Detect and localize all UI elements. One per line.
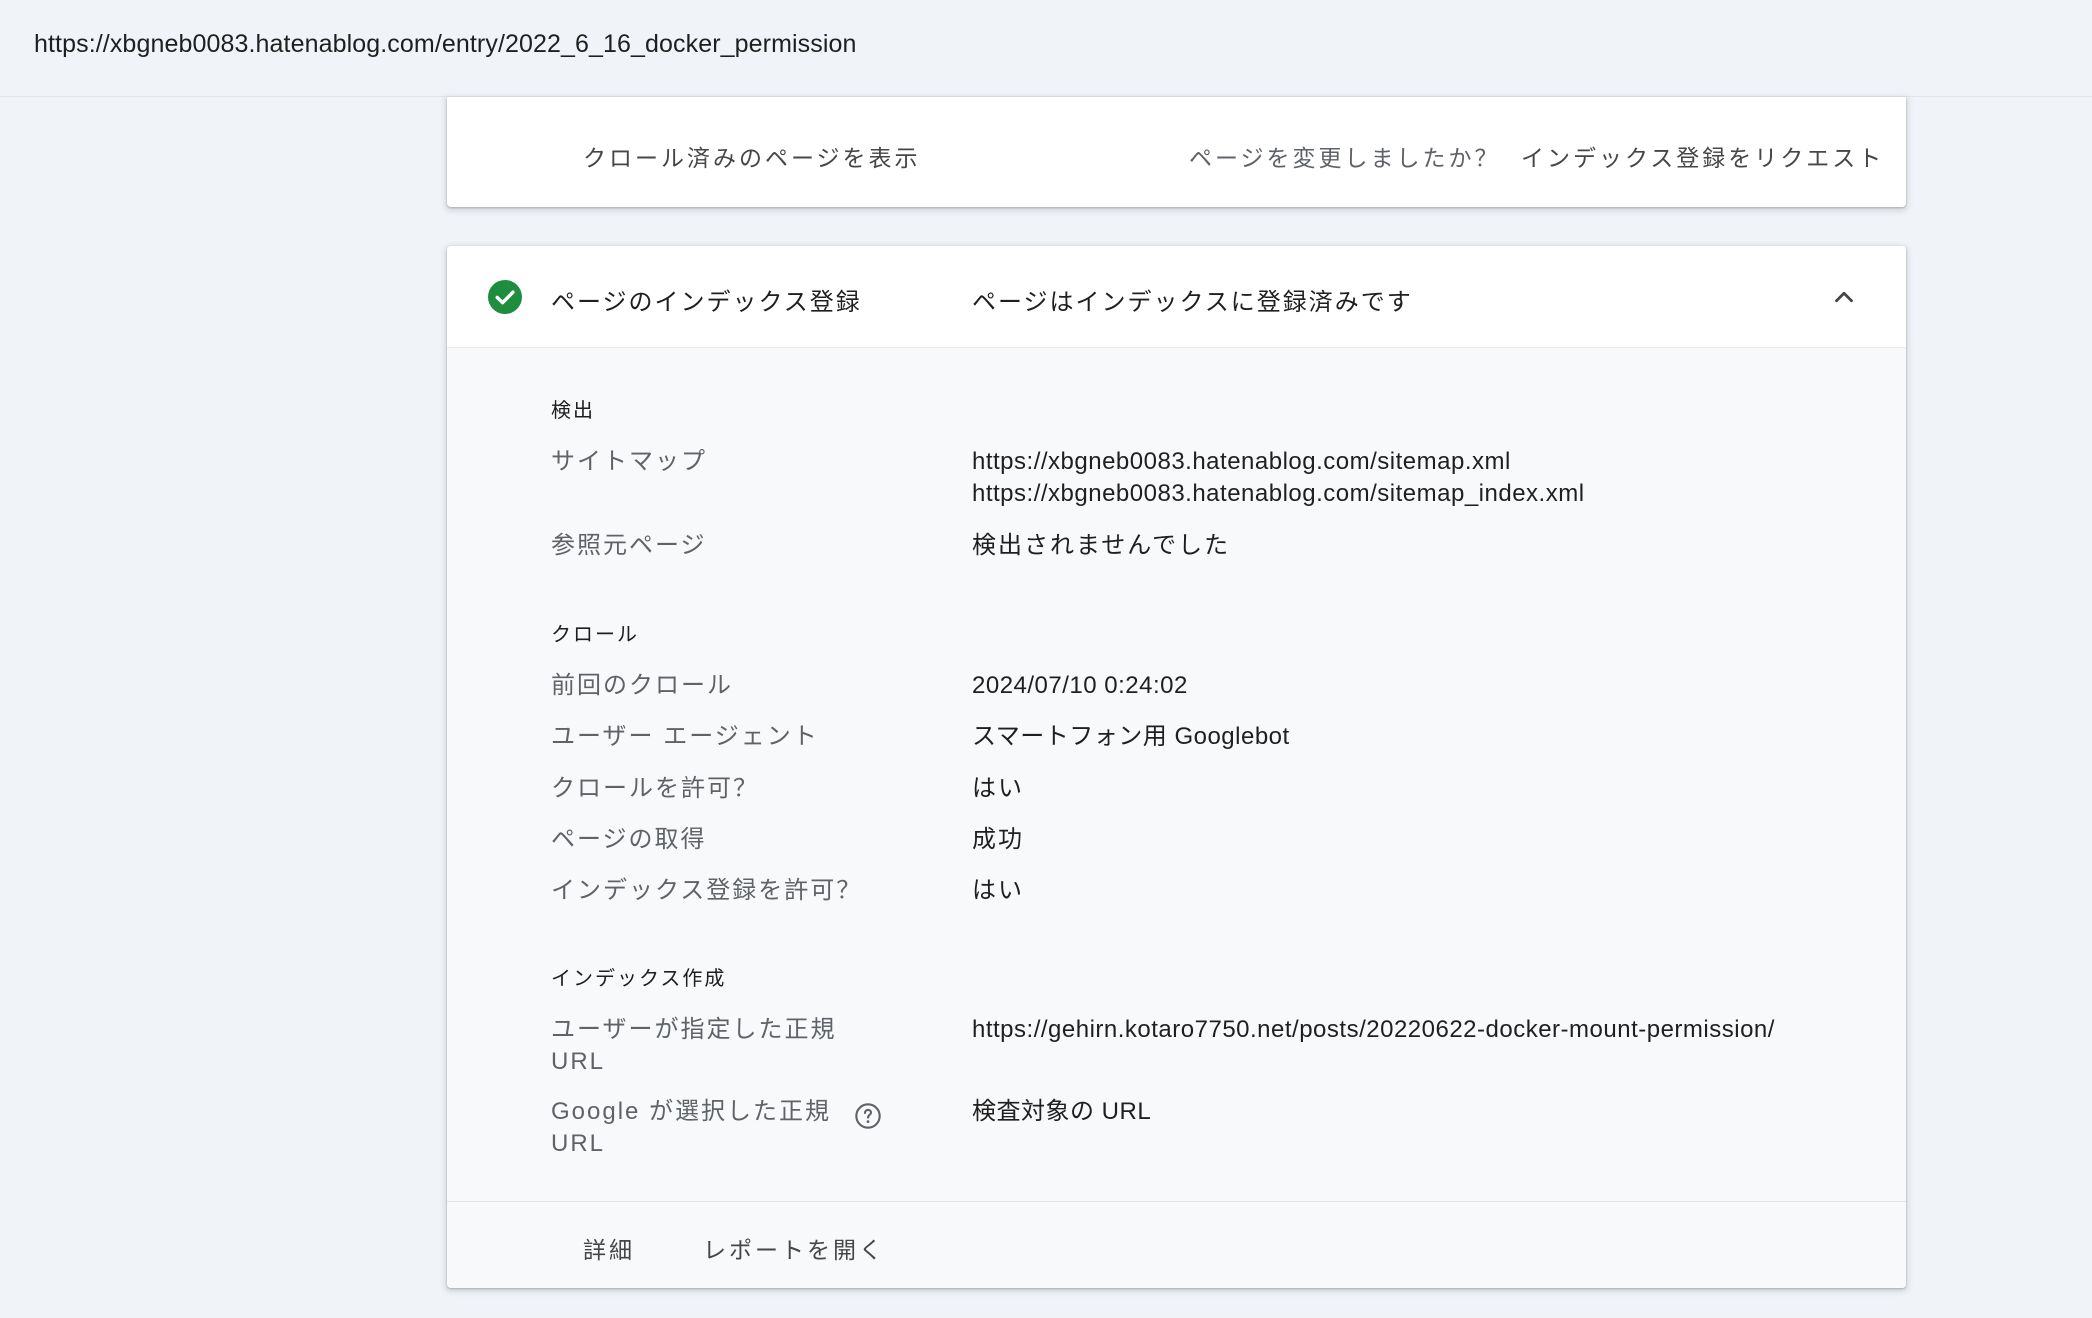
google-canonical-label: Google が選択した正規 [551,1098,832,1125]
open-report-button[interactable]: レポートを開く [703,1231,885,1265]
indexing-allowed-value: はい [972,877,1024,904]
request-indexing-button[interactable]: インデックス登録をリクエスト [1521,139,1884,173]
crawl-allowed-value: はい [972,775,1024,802]
crawled-page-card: クロール済みのページを表示 ページを変更しましたか？ インデックス登録をリクエス… [447,97,1906,207]
indexing-card-header[interactable]: ページのインデックス登録 ページはインデックスに登録済みです [447,246,1906,348]
crawl-heading: クロール [551,624,639,646]
sitemap-url[interactable]: https://xbgneb0083.hatenablog.com/sitema… [972,478,1585,510]
user-agent-value: スマートフォン用 Googlebot [972,723,1290,750]
view-crawled-page-button[interactable]: クロール済みのページを表示 [583,139,921,173]
page-fetch-value: 成功 [972,826,1024,853]
user-canonical-label-url: URL [551,1048,606,1075]
indexing-details: 検出 サイトマップ https://xbgneb0083.hatenablog.… [447,348,1906,1201]
page-url[interactable]: https://xbgneb0083.hatenablog.com/entry/… [34,30,857,59]
indexing-card-footer: 詳細 レポートを開く [447,1201,1906,1288]
page-indexing-card: ページのインデックス登録 ページはインデックスに登録済みです 検出 サイトマップ… [447,246,1906,1288]
google-canonical-label-url: URL [551,1130,606,1157]
referring-page-label: 参照元ページ [551,532,707,559]
crawl-allowed-label: クロールを許可？ [551,775,759,802]
page-fetch-label: ページの取得 [551,826,707,853]
indexing-heading: インデックス作成 [551,968,727,990]
user-canonical-value[interactable]: https://gehirn.kotaro7750.net/posts/2022… [972,1014,1775,1046]
google-canonical-value: 検査対象の URL [972,1098,1152,1125]
indexing-status: ページはインデックスに登録済みです [972,289,1413,316]
sitemap-url[interactable]: https://xbgneb0083.hatenablog.com/sitema… [972,446,1511,478]
page-changed-question: ページを変更しましたか？ [1189,145,1501,171]
check-circle-icon [488,280,522,314]
referring-page-value: 検出されませんでした [972,532,1231,559]
indexing-allowed-label: インデックス登録を許可？ [551,877,863,904]
discovery-heading: 検出 [551,400,595,422]
address-bar: https://xbgneb0083.hatenablog.com/entry/… [0,0,2092,97]
chevron-up-icon[interactable] [1829,282,1859,312]
user-canonical-label: ユーザーが指定した正規 [551,1016,837,1043]
details-button[interactable]: 詳細 [583,1231,635,1265]
indexing-title: ページのインデックス登録 [551,289,862,316]
last-crawl-value: 2024/07/10 0:24:02 [972,672,1188,699]
user-agent-label: ユーザー エージェント [551,723,819,750]
help-circle-icon[interactable] [854,1102,882,1130]
last-crawl-label: 前回のクロール [551,672,733,699]
sitemap-label: サイトマップ [551,448,707,475]
